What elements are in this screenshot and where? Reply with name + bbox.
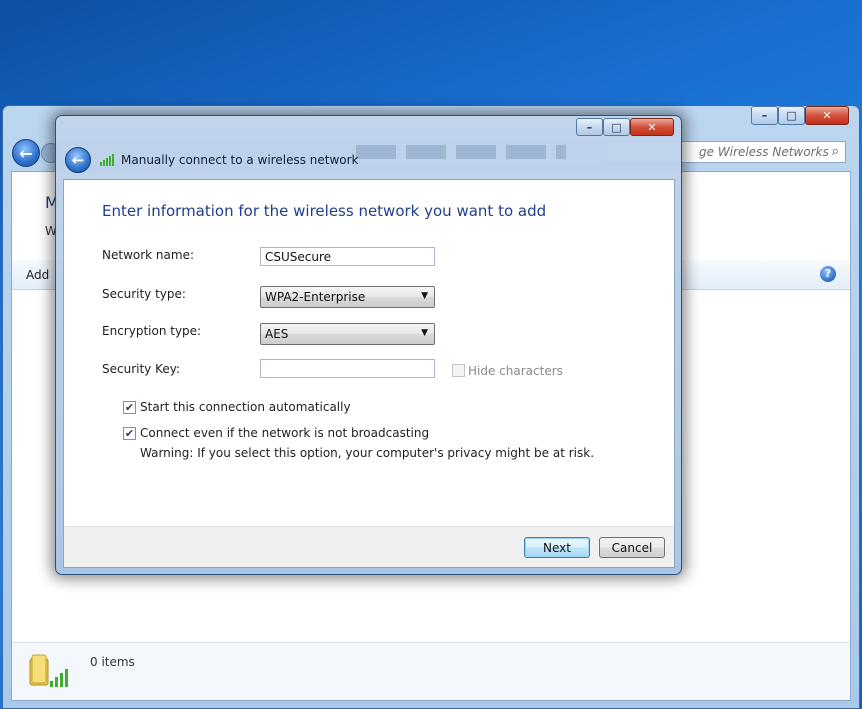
encryption-type-value: AES xyxy=(265,327,289,341)
bg-minimize-button[interactable]: – xyxy=(751,106,778,125)
help-icon[interactable]: ? xyxy=(820,266,836,282)
hide-characters-label: Hide characters xyxy=(468,364,563,378)
wireless-folder-icon xyxy=(29,654,68,687)
address-bar-ghost xyxy=(356,145,566,159)
dialog-footer: Next Cancel xyxy=(64,526,674,567)
dialog-title-bar: Manually connect to a wireless network xyxy=(100,153,359,167)
bg-close-button[interactable]: ✕ xyxy=(805,106,849,125)
search-input-text: ge Wireless Networks xyxy=(699,145,829,159)
network-name-label: Network name: xyxy=(102,248,194,262)
security-key-input[interactable] xyxy=(260,359,435,378)
security-type-value: WPA2-Enterprise xyxy=(265,290,366,304)
dialog-caption-buttons: – □ ✕ xyxy=(576,118,674,136)
bg-maximize-button[interactable]: □ xyxy=(778,106,805,125)
start-automatically-label: Start this connection automatically xyxy=(140,400,351,414)
dialog-maximize-button[interactable]: □ xyxy=(603,118,630,136)
start-automatically-checkbox[interactable]: ✔ xyxy=(123,401,136,414)
next-button[interactable]: Next xyxy=(524,537,590,558)
page-heading: Enter information for the wireless netwo… xyxy=(102,202,547,220)
security-key-label: Security Key: xyxy=(102,362,181,376)
security-type-label: Security type: xyxy=(102,287,186,301)
connect-not-broadcasting-checkbox[interactable]: ✔ xyxy=(123,427,136,440)
connect-not-broadcasting-label: Connect even if the network is not broad… xyxy=(140,426,430,440)
chevron-down-icon: ▼ xyxy=(421,291,428,301)
cancel-button[interactable]: Cancel xyxy=(599,537,665,558)
security-type-select[interactable]: WPA2-Enterprise ▼ xyxy=(260,286,435,308)
hide-characters-checkbox[interactable] xyxy=(452,364,465,377)
add-network-button[interactable]: Add xyxy=(26,268,49,282)
chevron-down-icon: ▼ xyxy=(421,328,428,338)
encryption-type-select[interactable]: AES ▼ xyxy=(260,323,435,345)
encryption-type-label: Encryption type: xyxy=(102,324,202,338)
dialog-back-icon[interactable]: ← xyxy=(65,147,91,173)
dialog-minimize-button[interactable]: – xyxy=(576,118,603,136)
privacy-warning: Warning: If you select this option, your… xyxy=(140,446,595,460)
network-name-input[interactable]: CSUSecure xyxy=(260,247,435,266)
dialog-body: Enter information for the wireless netwo… xyxy=(63,179,675,568)
search-icon[interactable]: ⌕ xyxy=(832,144,839,159)
dialog-close-button[interactable]: ✕ xyxy=(630,118,674,136)
dialog-title: Manually connect to a wireless network xyxy=(121,153,359,167)
background-caption-buttons: – □ ✕ xyxy=(751,106,849,125)
bg-back-arrow-icon[interactable]: ← xyxy=(12,139,40,167)
item-count: 0 items xyxy=(90,655,135,669)
wireless-signal-icon xyxy=(100,154,114,166)
status-bar: 0 items xyxy=(12,642,850,700)
manual-connect-dialog: – □ ✕ ← Manually connect to a wireless n… xyxy=(55,115,682,575)
